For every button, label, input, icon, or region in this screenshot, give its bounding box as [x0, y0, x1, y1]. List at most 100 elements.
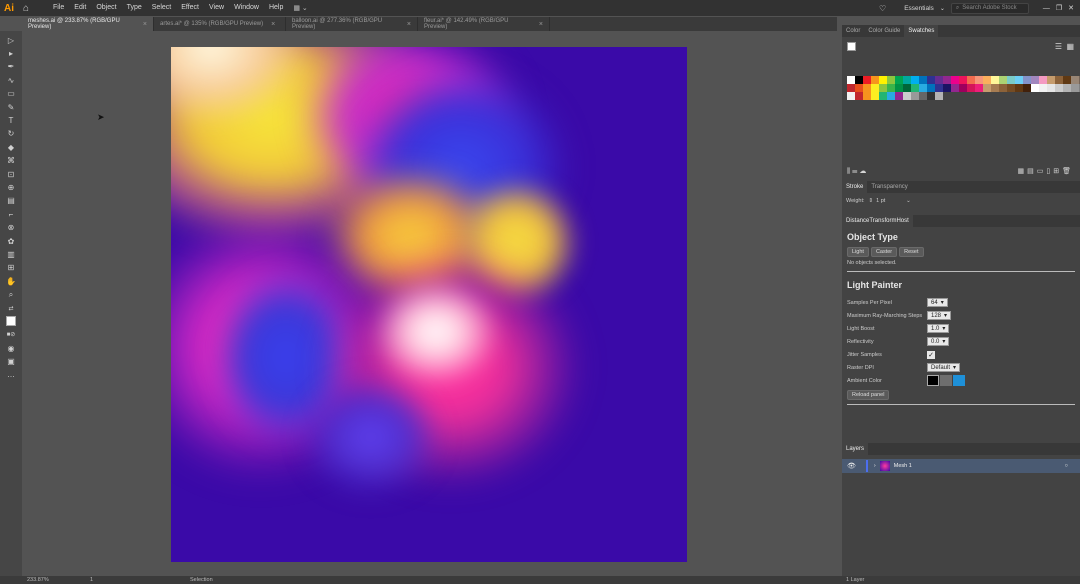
screen-mode-icon[interactable]: ▣	[4, 355, 18, 367]
swatch[interactable]	[863, 92, 871, 100]
swatch[interactable]	[911, 92, 919, 100]
close-icon[interactable]: ×	[407, 21, 411, 28]
eraser-tool-icon[interactable]: ◆	[4, 141, 18, 153]
swatch[interactable]	[927, 92, 935, 100]
swatch[interactable]	[911, 84, 919, 92]
symbol-sprayer-tool-icon[interactable]: ✿	[4, 235, 18, 247]
swatch[interactable]	[1007, 76, 1015, 84]
drawing-mode-icon[interactable]: ◉	[4, 342, 18, 354]
swatch[interactable]	[895, 76, 903, 84]
swatch[interactable]	[943, 84, 951, 92]
light-button[interactable]: Light	[847, 247, 869, 257]
swatch[interactable]	[895, 84, 903, 92]
tab-meshes[interactable]: meshes.ai @ 233.87% (RGB/GPU Preview) ×	[22, 17, 154, 31]
caster-button[interactable]: Caster	[870, 247, 898, 257]
swatch[interactable]	[919, 76, 927, 84]
stock-search-input[interactable]: ⌕ Search Adobe Stock	[950, 2, 1029, 14]
workspace-switcher[interactable]: Essentials	[904, 5, 934, 12]
swatch[interactable]	[927, 76, 935, 84]
chevron-down-icon[interactable]: ⌄	[906, 198, 911, 204]
swatch[interactable]	[911, 76, 919, 84]
swatch[interactable]	[1031, 76, 1039, 84]
more-tools-icon[interactable]: …	[4, 369, 18, 381]
swatch[interactable]	[1015, 76, 1023, 84]
selection-tool-icon[interactable]: ▷	[4, 34, 18, 46]
reload-panel-button[interactable]: Reload panel	[847, 390, 890, 400]
tab-balloon[interactable]: balloon.ai @ 277.36% (RGB/GPU Preview) ×	[286, 17, 418, 31]
grid-view-icon[interactable]: ▦	[1066, 42, 1074, 51]
swatch[interactable]	[879, 76, 887, 84]
swatch[interactable]	[855, 92, 863, 100]
ambient-color-blue[interactable]	[953, 375, 965, 386]
fill-stroke-icon[interactable]	[4, 315, 18, 327]
swatch[interactable]	[847, 76, 855, 84]
tab-swatches[interactable]: Swatches	[904, 25, 939, 37]
swatch[interactable]	[1071, 76, 1079, 84]
swatch[interactable]	[1055, 76, 1063, 84]
swatch[interactable]	[1023, 84, 1031, 92]
swatch[interactable]	[935, 84, 943, 92]
swatch[interactable]	[871, 84, 879, 92]
tab-color-guide[interactable]: Color Guide	[864, 25, 904, 37]
swatch[interactable]	[903, 92, 911, 100]
artboard-number[interactable]: 1	[90, 577, 93, 583]
tab-transparency[interactable]: Transparency	[867, 181, 911, 193]
layer-name[interactable]: Mesh 1	[894, 463, 912, 469]
color-none-icon[interactable]: ■⊘	[4, 329, 18, 341]
jitter-samples-checkbox[interactable]: ✓	[927, 350, 935, 359]
target-icon[interactable]: ○	[1065, 463, 1068, 469]
swatch[interactable]	[847, 84, 855, 92]
close-icon[interactable]: ×	[143, 21, 147, 28]
direct-selection-tool-icon[interactable]: ▸	[4, 47, 18, 59]
swatch[interactable]	[903, 76, 911, 84]
tab-artes[interactable]: artes.ai* @ 135% (RGB/GPU Preview) ×	[154, 17, 286, 31]
swatch[interactable]	[1031, 84, 1039, 92]
menu-type[interactable]: Type	[122, 4, 147, 12]
swatch[interactable]	[1063, 84, 1071, 92]
swatch[interactable]	[863, 76, 871, 84]
swatch[interactable]	[855, 76, 863, 84]
blend-tool-icon[interactable]: ⊗	[4, 221, 18, 233]
swatch[interactable]	[967, 84, 975, 92]
lightbulb-icon[interactable]: ♡	[879, 4, 886, 13]
swatch[interactable]	[999, 84, 1007, 92]
rotate-tool-icon[interactable]: ↻	[4, 128, 18, 140]
swatch[interactable]	[951, 84, 959, 92]
close-icon[interactable]: ×	[539, 21, 543, 28]
maximize-icon[interactable]: ❐	[1056, 4, 1062, 12]
swatch[interactable]	[1015, 84, 1023, 92]
swatch[interactable]	[847, 92, 855, 100]
tab-color[interactable]: Color	[842, 25, 864, 37]
swatch[interactable]	[919, 92, 927, 100]
close-icon[interactable]: ✕	[1068, 4, 1074, 12]
mesh-artwork[interactable]	[171, 47, 687, 562]
swatch[interactable]	[967, 76, 975, 84]
samples-per-pixel-select[interactable]: 64 ▾	[927, 298, 948, 307]
tab-distance-transform[interactable]: DistanceTransformHost	[842, 215, 913, 227]
weight-value[interactable]: 1 pt	[876, 198, 906, 204]
light-boost-select[interactable]: 1.0 ▾	[927, 324, 950, 333]
swatch[interactable]	[959, 76, 967, 84]
swatch[interactable]	[1023, 76, 1031, 84]
hand-tool-icon[interactable]: ✋	[4, 275, 18, 287]
gradient-tool-icon[interactable]: ▤	[4, 195, 18, 207]
layer-row[interactable]: 👁 › Mesh 1 ○	[842, 459, 1080, 473]
zoom-level[interactable]: 233.87%	[27, 577, 49, 583]
swatch[interactable]	[1047, 84, 1055, 92]
expand-chevron-icon[interactable]: ›	[874, 463, 876, 469]
reflectivity-select[interactable]: 0.0 ▾	[927, 337, 950, 346]
swatch[interactable]	[1039, 76, 1047, 84]
swatch[interactable]	[983, 84, 991, 92]
tab-stroke[interactable]: Stroke	[842, 181, 868, 193]
swatch[interactable]	[1039, 84, 1047, 92]
swatch[interactable]	[975, 76, 983, 84]
swatch[interactable]	[871, 76, 879, 84]
swatch-libraries-icon[interactable]: ⫼ ☰ ☁	[847, 167, 866, 176]
list-view-icon[interactable]: ☰	[1055, 42, 1062, 51]
menu-select[interactable]: Select	[147, 4, 176, 12]
artboard-tool-icon[interactable]: ⊞	[4, 262, 18, 274]
menu-window[interactable]: Window	[229, 4, 264, 12]
menu-edit[interactable]: Edit	[69, 4, 91, 12]
swatch[interactable]	[919, 84, 927, 92]
swatch[interactable]	[943, 76, 951, 84]
